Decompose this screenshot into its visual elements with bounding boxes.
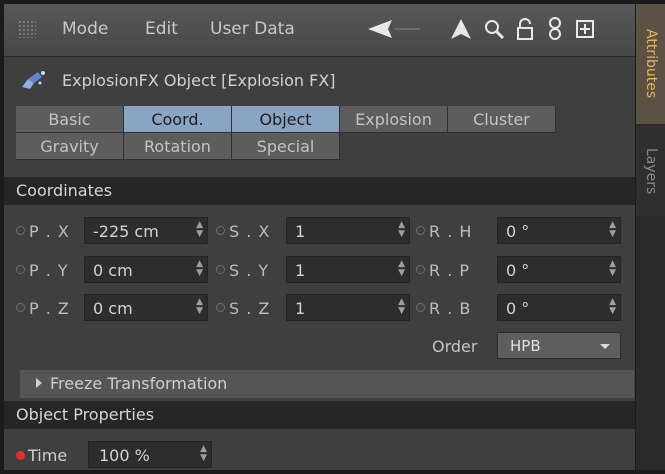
keyframe-dot-icon[interactable] xyxy=(216,303,225,312)
tab-cluster[interactable]: Cluster xyxy=(448,106,556,133)
keyframe-dot-icon[interactable] xyxy=(16,303,25,312)
object-title-row: ExplosionFX Object [Explosion FX] xyxy=(4,57,635,101)
keyframe-dot-icon[interactable] xyxy=(16,265,25,274)
keyframe-record-dot-icon[interactable] xyxy=(16,451,25,460)
stepper-icon[interactable]: ▲ ▼ xyxy=(196,221,203,239)
input-rotation-h[interactable]: 0 ° ▲ ▼ xyxy=(497,217,621,244)
input-scale-z[interactable]: 1 ▲ ▼ xyxy=(286,294,410,321)
side-tab-layers[interactable]: Layers xyxy=(636,126,665,216)
label-position-x[interactable]: P . X xyxy=(16,222,70,241)
stepper-icon[interactable]: ▲ ▼ xyxy=(398,221,405,239)
input-rotation-b[interactable]: 0 ° ▲ ▼ xyxy=(497,294,621,321)
link-icon[interactable] xyxy=(544,14,566,44)
stepper-icon[interactable]: ▲ ▼ xyxy=(196,298,203,316)
new-panel-icon[interactable] xyxy=(574,14,596,44)
stepper-icon[interactable]: ▲ ▼ xyxy=(398,298,405,316)
chevron-down-icon xyxy=(600,344,610,349)
panel-grip-handle[interactable] xyxy=(18,20,36,38)
label-rotation-h[interactable]: R . H xyxy=(416,222,472,241)
side-tab-attributes[interactable]: Attributes xyxy=(636,4,665,124)
order-label: Order xyxy=(432,337,478,356)
input-position-y[interactable]: 0 cm ▲ ▼ xyxy=(84,256,208,283)
stepper-icon[interactable]: ▲ ▼ xyxy=(609,298,616,316)
input-scale-y[interactable]: 1 ▲ ▼ xyxy=(286,256,410,283)
label-position-y[interactable]: P . Y xyxy=(16,261,69,280)
label-rotation-p[interactable]: R . P xyxy=(416,261,470,280)
tab-rotation[interactable]: Rotation xyxy=(124,133,232,160)
input-position-x[interactable]: -225 cm ▲ ▼ xyxy=(84,217,208,244)
label-rotation-b[interactable]: R . B xyxy=(416,299,471,318)
input-position-z[interactable]: 0 cm ▲ ▼ xyxy=(84,294,208,321)
freeze-transformation-group[interactable]: Freeze Transformation xyxy=(20,370,634,398)
keyframe-dot-icon[interactable] xyxy=(216,226,225,235)
stepper-icon[interactable]: ▲ ▼ xyxy=(196,260,203,278)
menu-bar: Mode Edit User Data xyxy=(4,4,635,57)
tab-coord[interactable]: Coord. xyxy=(124,106,232,133)
keyframe-dot-icon[interactable] xyxy=(416,303,425,312)
label-position-z[interactable]: P . Z xyxy=(16,299,70,318)
tab-explosion[interactable]: Explosion xyxy=(340,106,448,133)
tab-special[interactable]: Special xyxy=(232,133,340,160)
order-value: HPB xyxy=(510,337,541,355)
stepper-icon[interactable]: ▲ ▼ xyxy=(398,260,405,278)
explosion-object-icon xyxy=(18,69,48,95)
tab-gravity[interactable]: Gravity xyxy=(16,133,124,160)
label-scale-z[interactable]: S . Z xyxy=(216,299,270,318)
object-title: ExplosionFX Object [Explosion FX] xyxy=(62,71,336,90)
keyframe-dot-icon[interactable] xyxy=(216,265,225,274)
keyframe-dot-icon[interactable] xyxy=(16,226,25,235)
lock-icon[interactable] xyxy=(514,14,536,44)
up-arrow-icon[interactable] xyxy=(449,14,473,44)
menu-mode[interactable]: Mode xyxy=(62,19,108,39)
side-tab-strip: Attributes Layers xyxy=(636,4,665,470)
tab-object[interactable]: Object xyxy=(232,106,340,133)
chevron-right-icon[interactable] xyxy=(36,378,42,388)
section-coordinates[interactable]: Coordinates xyxy=(4,177,635,205)
attributes-panel: Mode Edit User Data ExplosionFX Object [… xyxy=(4,4,635,470)
input-rotation-p[interactable]: 0 ° ▲ ▼ xyxy=(497,256,621,283)
search-icon[interactable] xyxy=(482,14,506,44)
keyframe-dot-icon[interactable] xyxy=(416,265,425,274)
menu-user-data[interactable]: User Data xyxy=(210,19,295,39)
menu-edit[interactable]: Edit xyxy=(145,19,178,39)
input-scale-x[interactable]: 1 ▲ ▼ xyxy=(286,217,410,244)
label-time[interactable]: Time xyxy=(16,446,67,465)
back-arrow-icon[interactable] xyxy=(364,14,424,44)
stepper-icon[interactable]: ▲ ▼ xyxy=(200,445,207,463)
input-time[interactable]: 100 % ▲ ▼ xyxy=(88,441,212,468)
stepper-icon[interactable]: ▲ ▼ xyxy=(609,260,616,278)
order-dropdown[interactable]: HPB xyxy=(497,332,621,359)
section-object-properties[interactable]: Object Properties xyxy=(4,401,635,429)
tab-basic[interactable]: Basic xyxy=(16,106,124,133)
label-scale-x[interactable]: S . X xyxy=(216,222,270,241)
keyframe-dot-icon[interactable] xyxy=(416,226,425,235)
stepper-icon[interactable]: ▲ ▼ xyxy=(609,221,616,239)
label-scale-y[interactable]: S . Y xyxy=(216,261,269,280)
